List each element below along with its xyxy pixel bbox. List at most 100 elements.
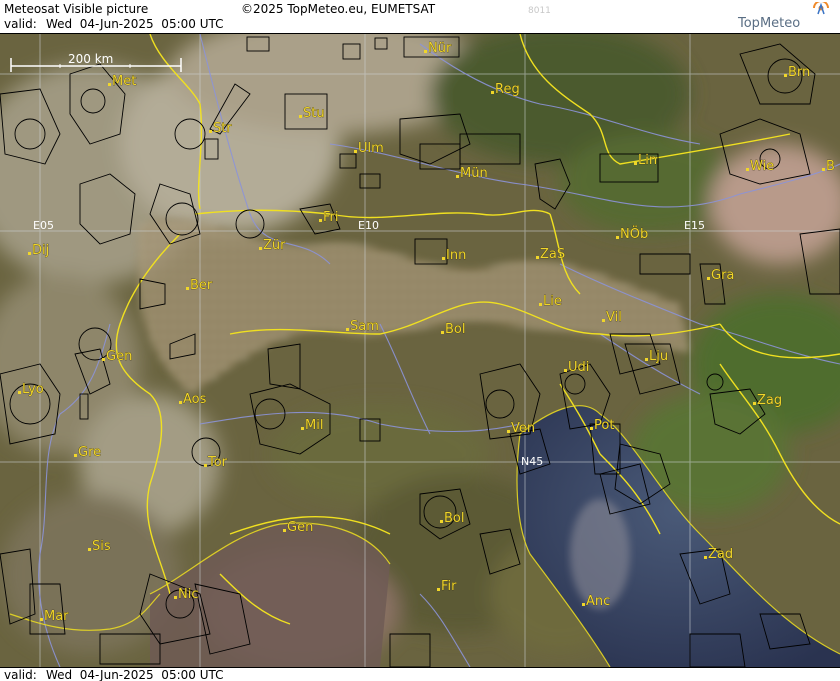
city-dot [564, 369, 567, 372]
city-dot [746, 168, 749, 171]
city-label: Lin [638, 153, 657, 168]
city-marker: Str [209, 121, 233, 136]
city-label: Reg [495, 82, 520, 97]
city-marker: Gen [283, 520, 314, 535]
city-label: B [826, 159, 835, 174]
city-dot [507, 430, 510, 433]
city-label: Zad [708, 547, 733, 562]
city-dot [536, 256, 539, 259]
city-marker: Wie [746, 159, 774, 174]
city-marker: Bol [440, 511, 465, 526]
city-marker: Ulm [354, 141, 384, 156]
city-dot [174, 596, 177, 599]
city-marker: Zag [753, 393, 782, 408]
city-marker: ZaS [536, 247, 565, 262]
city-marker: Nür [424, 41, 452, 56]
city-label: Mil [305, 418, 323, 433]
city-dot [40, 618, 43, 621]
city-dot [179, 401, 182, 404]
city-label: NÖb [620, 225, 648, 242]
city-label: Wie [750, 159, 774, 174]
city-marker: Inn [442, 248, 467, 263]
city-dot [645, 358, 648, 361]
city-dot [108, 83, 111, 86]
city-marker: Pot [590, 418, 615, 433]
image-code: 8011 [528, 6, 551, 16]
city-dot [102, 358, 105, 361]
city-dot [319, 219, 322, 222]
city-marker: Brn [784, 65, 811, 80]
city-marker: Mün [456, 166, 488, 181]
city-dot [616, 236, 619, 239]
city-marker: Fir [437, 579, 457, 594]
valid-label: valid: [4, 17, 37, 31]
city-dot [822, 168, 825, 171]
city-dot [283, 529, 286, 532]
city-label: Bol [445, 322, 465, 337]
city-label: Fri [323, 210, 339, 225]
footer-valid-time: Wed 04-Jun-2025 05:00 UTC [46, 668, 224, 681]
copyright-text: ©2025 TopMeteo.eu, EUMETSAT [241, 2, 436, 16]
city-dot [590, 427, 593, 430]
city-marker: NÖb [616, 225, 649, 242]
header-bar: Meteosat Visible picture ©2025 TopMeteo.… [0, 0, 840, 34]
city-dot [301, 427, 304, 430]
logo-text: TopMeteo [738, 16, 801, 31]
city-marker: Met [108, 74, 137, 89]
city-label: Vil [606, 310, 622, 325]
city-marker: Dij [28, 243, 50, 258]
city-dot [74, 454, 77, 457]
city-label: Gen [287, 520, 313, 535]
city-marker: Gra [707, 268, 735, 283]
city-label: Aos [183, 392, 207, 407]
city-label: Zür [263, 238, 286, 253]
city-label: Mün [460, 166, 488, 181]
satellite-map[interactable]: E05 E10 E15 N45 200 km Met Nür Reg Brn Str St… [0, 34, 840, 667]
city-marker: Stu [299, 106, 325, 121]
city-dot [634, 162, 637, 165]
city-marker: Lyo [18, 382, 44, 397]
valid-time: Wed 04-Jun-2025 05:00 UTC [46, 17, 224, 31]
city-dot [18, 391, 21, 394]
city-label: Sam [350, 319, 379, 334]
city-dot [784, 74, 787, 77]
city-label: Sis [92, 539, 111, 554]
grid-label-e05: E05 [33, 219, 54, 232]
city-dot [28, 252, 31, 255]
city-label: Stu [303, 106, 325, 121]
satellite-map-page: Meteosat Visible picture ©2025 TopMeteo.… [0, 0, 840, 681]
city-label: Lie [543, 294, 562, 309]
city-dot [186, 287, 189, 290]
city-label: Ulm [358, 141, 384, 156]
city-marker: Sam [346, 319, 379, 334]
city-label: Tor [207, 455, 228, 470]
city-marker: Lie [539, 294, 562, 309]
city-marker: Gre [74, 445, 101, 460]
city-dot [704, 556, 707, 559]
grid-label-e15: E15 [684, 219, 705, 232]
city-label: Lyo [22, 382, 44, 397]
city-label: Inn [446, 248, 466, 263]
city-dot [346, 328, 349, 331]
city-label: Zag [757, 393, 782, 408]
city-dot [442, 257, 445, 260]
city-marker: Bol [441, 322, 466, 337]
grid-label-n45: N45 [521, 455, 543, 468]
city-label: Ven [511, 421, 535, 436]
city-marker: Gen [102, 349, 133, 364]
city-label: Mar [44, 609, 69, 624]
city-marker: Sis [88, 539, 111, 554]
city-label: Dij [32, 243, 49, 258]
city-dot [209, 130, 212, 133]
city-label: Nic [178, 587, 198, 602]
city-dot [204, 464, 207, 467]
city-label: Pot [594, 418, 614, 433]
city-dot [602, 319, 605, 322]
city-label: Met [112, 74, 136, 89]
image-title: Meteosat Visible picture [4, 2, 149, 16]
city-dot [539, 303, 542, 306]
city-label: Fir [441, 579, 457, 594]
city-label: Lju [649, 349, 668, 364]
city-marker: Aos [179, 392, 207, 407]
city-marker: Zür [259, 238, 286, 253]
